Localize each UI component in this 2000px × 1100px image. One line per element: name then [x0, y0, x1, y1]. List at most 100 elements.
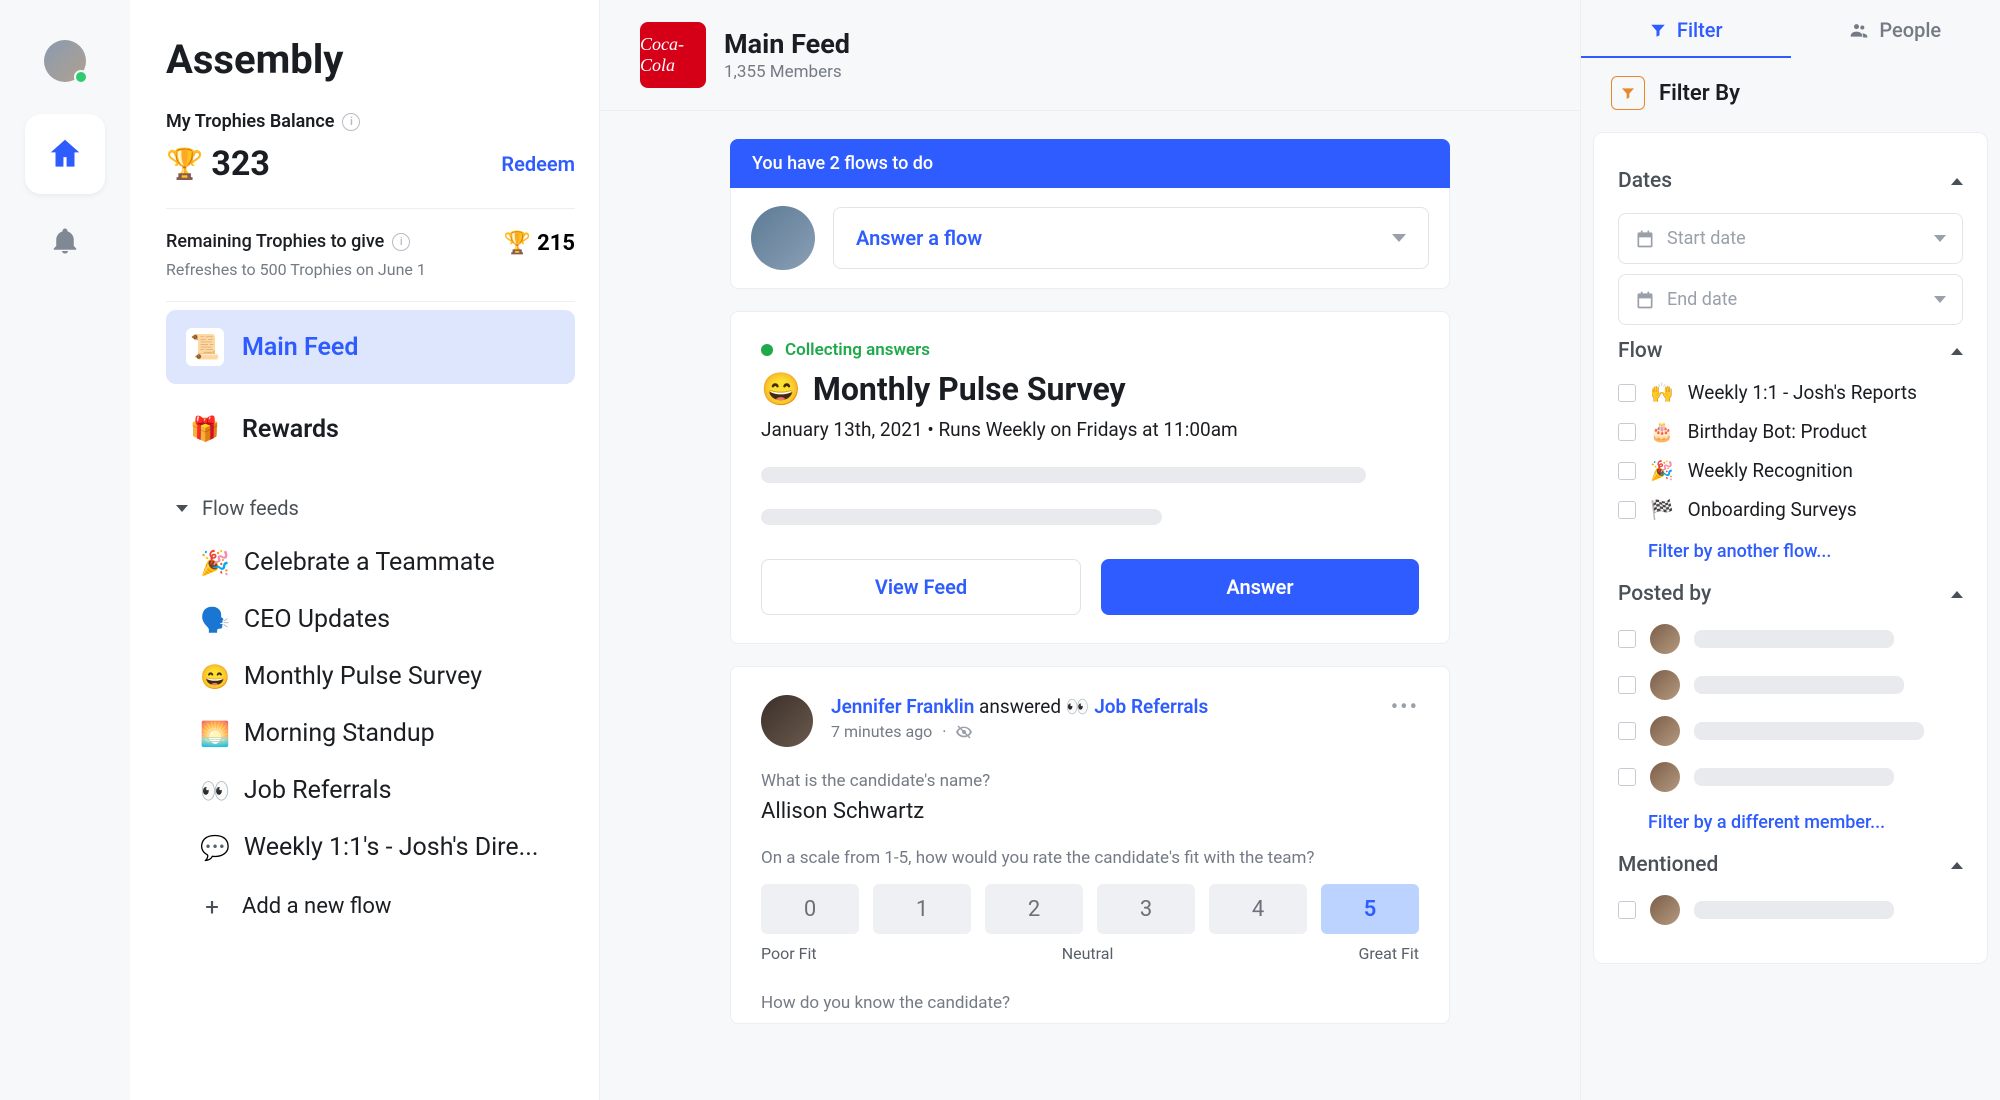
skeleton-line: [761, 467, 1366, 483]
chevron-up-icon: [1951, 348, 1963, 355]
todo-card: You have 2 flows to do Answer a flow: [730, 139, 1450, 289]
nav-notifications[interactable]: [50, 226, 80, 260]
filter-section-mentioned[interactable]: Mentioned: [1618, 839, 1963, 887]
view-feed-button[interactable]: View Feed: [761, 559, 1081, 615]
avatar: [1650, 624, 1680, 654]
flow-item-ceo-updates[interactable]: 🗣️CEO Updates: [166, 591, 575, 648]
flow-item-standup[interactable]: 🌅Morning Standup: [166, 705, 575, 762]
answer-button[interactable]: Answer: [1101, 559, 1419, 615]
filter-tabs: Filter People: [1581, 0, 2000, 58]
remaining-trophies-value: 🏆 215: [504, 231, 575, 256]
skeleton-line: [1694, 722, 1924, 740]
sidebar-item-main-feed[interactable]: 📜 Main Feed: [166, 310, 575, 384]
main-column: Coca-Cola Main Feed 1,355 Members You ha…: [600, 0, 1580, 1100]
avatar: [1650, 762, 1680, 792]
filter-section-flow[interactable]: Flow: [1618, 325, 1963, 373]
checkbox[interactable]: [1618, 501, 1636, 519]
skeleton-line: [1694, 676, 1904, 694]
skeleton-line: [1694, 768, 1894, 786]
flow-filter-option[interactable]: 🙌Weekly 1:1 - Josh's Reports: [1618, 373, 1963, 412]
checkbox[interactable]: [1618, 676, 1636, 694]
gift-icon: 🎁: [186, 410, 224, 448]
skeleton-line: [1694, 630, 1894, 648]
info-icon[interactable]: i: [392, 233, 410, 251]
flow-link[interactable]: Job Referrals: [1094, 695, 1208, 718]
filter-card: Dates Start date End date Flow 🙌Weekly 1…: [1593, 132, 1988, 964]
member-filter-option[interactable]: [1618, 754, 1963, 800]
sidebar: Assembly My Trophies Balance i 🏆 323 Red…: [130, 0, 600, 1100]
post-menu-button[interactable]: •••: [1391, 695, 1419, 720]
answer-text: Allison Schwartz: [761, 799, 1419, 824]
scale-option-1[interactable]: 1: [873, 884, 971, 934]
filter-section-posted-by[interactable]: Posted by: [1618, 568, 1963, 616]
feed-header: Coca-Cola Main Feed 1,355 Members: [600, 0, 1580, 111]
smile-icon: 😄: [200, 663, 230, 691]
eyes-icon: 👀: [200, 777, 230, 805]
redeem-link[interactable]: Redeem: [501, 152, 575, 176]
info-icon[interactable]: i: [342, 113, 360, 131]
flow-item-celebrate[interactable]: 🎉Celebrate a Teammate: [166, 534, 575, 591]
flow-filter-option[interactable]: 🎉Weekly Recognition: [1618, 451, 1963, 490]
survey-meta: January 13th, 2021 • Runs Weekly on Frid…: [761, 418, 1419, 441]
remaining-trophies-label: Remaining Trophies to give i: [166, 231, 410, 252]
tab-filter[interactable]: Filter: [1581, 0, 1791, 58]
checkbox[interactable]: [1618, 901, 1636, 919]
smile-icon: 😄: [761, 370, 801, 408]
member-filter-option[interactable]: [1618, 887, 1963, 933]
end-date-input[interactable]: End date: [1618, 274, 1963, 325]
remaining-trophies-row: Remaining Trophies to give i 🏆 215: [166, 209, 575, 260]
member-filter-option[interactable]: [1618, 616, 1963, 662]
scale-option-2[interactable]: 2: [985, 884, 1083, 934]
scale-option-5[interactable]: 5: [1321, 884, 1419, 934]
sunrise-icon: 🌅: [200, 720, 230, 748]
add-flow-button[interactable]: + Add a new flow: [166, 876, 575, 937]
flow-item-referrals[interactable]: 👀Job Referrals: [166, 762, 575, 819]
current-user-avatar[interactable]: [44, 40, 86, 82]
avatar: [761, 695, 813, 747]
checkbox[interactable]: [1618, 423, 1636, 441]
scale-option-3[interactable]: 3: [1097, 884, 1195, 934]
flow-filter-option[interactable]: 🎂Birthday Bot: Product: [1618, 412, 1963, 451]
survey-card: Collecting answers 😄 Monthly Pulse Surve…: [730, 311, 1450, 644]
visibility-off-icon: [956, 724, 972, 740]
flow-item-pulse-survey[interactable]: 😄Monthly Pulse Survey: [166, 648, 575, 705]
checkbox[interactable]: [1618, 768, 1636, 786]
refresh-note: Refreshes to 500 Trophies on June 1: [166, 260, 575, 302]
checkbox[interactable]: [1618, 384, 1636, 402]
page-title: Main Feed: [724, 28, 850, 60]
filter-another-flow-link[interactable]: Filter by another flow...: [1618, 529, 1963, 568]
feed-icon: 📜: [186, 328, 224, 366]
tab-people[interactable]: People: [1791, 0, 2000, 58]
flow-item-weekly-11[interactable]: 💬Weekly 1:1's - Josh's Dire...: [166, 819, 575, 876]
filter-by-header: Filter By: [1581, 58, 2000, 122]
nav-home[interactable]: [25, 114, 105, 194]
party-icon: 🎉: [200, 549, 230, 577]
home-icon: [46, 135, 84, 173]
todo-banner: You have 2 flows to do: [730, 139, 1450, 188]
checkbox[interactable]: [1618, 630, 1636, 648]
member-filter-option[interactable]: [1618, 708, 1963, 754]
start-date-input[interactable]: Start date: [1618, 213, 1963, 264]
checkbox[interactable]: [1618, 722, 1636, 740]
trophy-balance-row: 🏆 323 Redeem: [166, 144, 575, 209]
author-link[interactable]: Jennifer Franklin: [831, 695, 974, 718]
member-filter-option[interactable]: [1618, 662, 1963, 708]
scale-option-0[interactable]: 0: [761, 884, 859, 934]
checkbox[interactable]: [1618, 462, 1636, 480]
answer-flow-dropdown[interactable]: Answer a flow: [833, 207, 1429, 269]
nav-rail: [0, 0, 130, 1100]
flow-filter-option[interactable]: 🏁Onboarding Surveys: [1618, 490, 1963, 529]
filter-different-member-link[interactable]: Filter by a different member...: [1618, 800, 1963, 839]
status-badge: Collecting answers: [761, 340, 1419, 360]
filter-section-dates[interactable]: Dates: [1618, 155, 1963, 203]
filter-icon: [1649, 21, 1667, 39]
flow-feeds-header[interactable]: Flow feeds: [166, 466, 575, 534]
chevron-up-icon: [1951, 862, 1963, 869]
filter-panel: Filter People Filter By Dates Start date…: [1580, 0, 2000, 1100]
brand-logo: Coca-Cola: [640, 22, 706, 88]
scale-option-4[interactable]: 4: [1209, 884, 1307, 934]
survey-title: 😄 Monthly Pulse Survey: [761, 370, 1419, 408]
sidebar-item-rewards[interactable]: 🎁 Rewards: [166, 392, 575, 466]
question-label: How do you know the candidate?: [761, 993, 1419, 1013]
post-card: Jennifer Franklin answered 👀 Job Referra…: [730, 666, 1450, 1024]
